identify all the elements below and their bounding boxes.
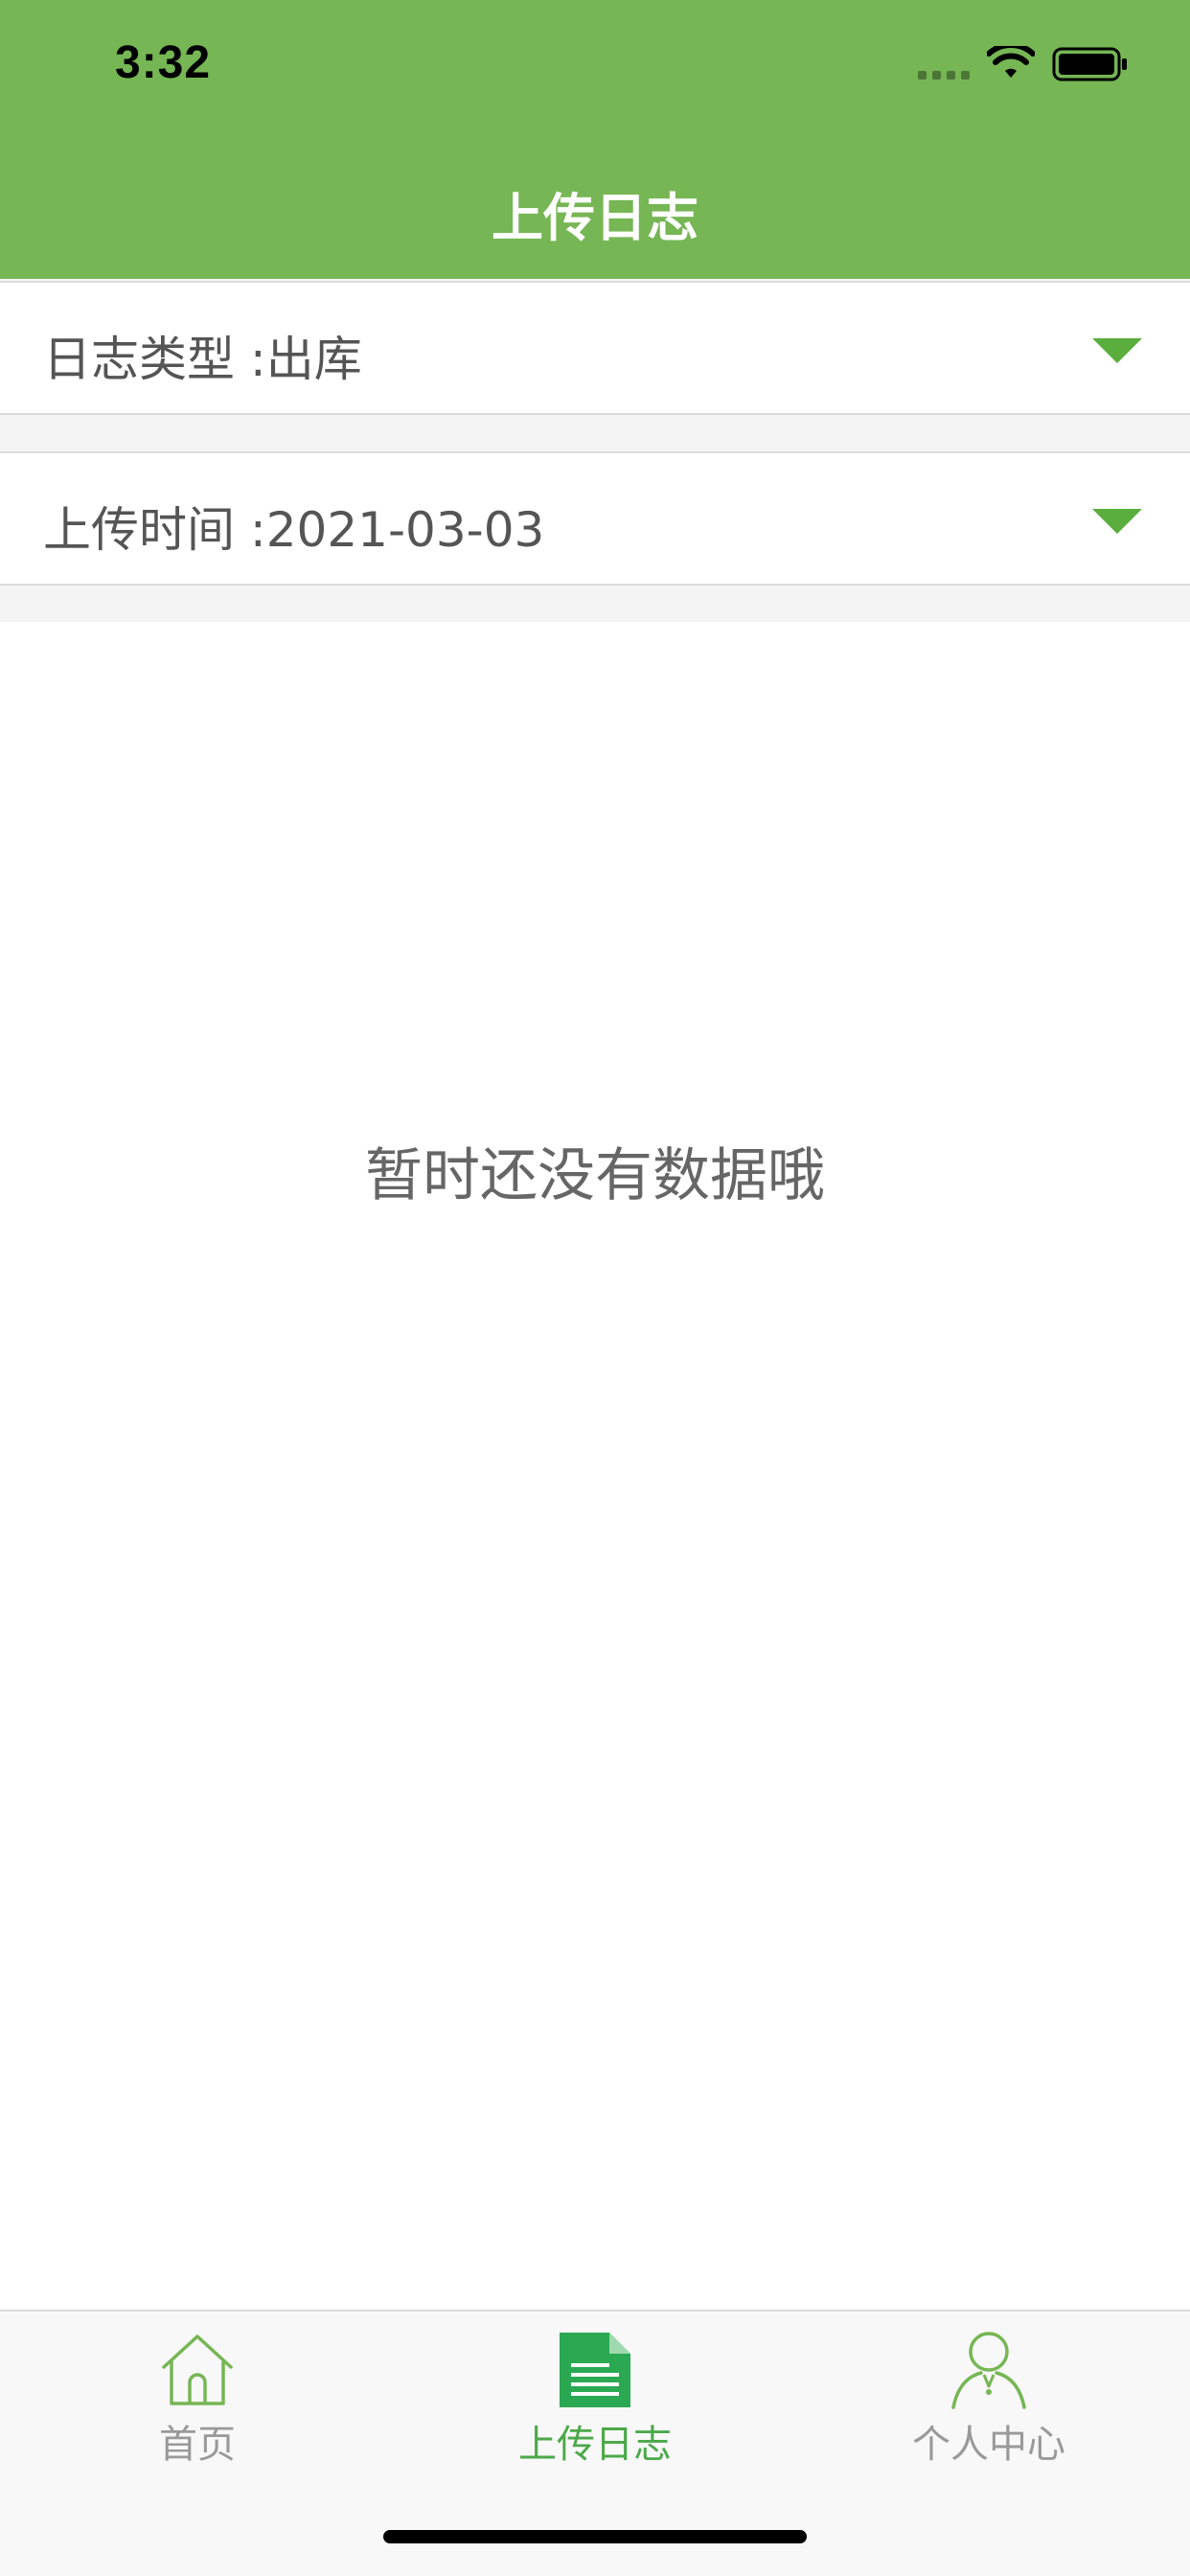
chevron-down-icon[interactable] (1090, 506, 1144, 537)
log-type-text: 日志类型 :出库 (43, 321, 362, 390)
tab-upload-log-label: 上传日志 (518, 2423, 672, 2467)
wifi-icon (987, 46, 1035, 78)
signal-icon (918, 71, 970, 80)
upload-time-filter[interactable]: 上传时间 :2021-03-03 (0, 451, 1190, 586)
status-time: 3:32 (115, 37, 212, 88)
home-icon (162, 2334, 233, 2405)
user-icon (951, 2332, 1026, 2409)
tab-home[interactable]: 首页 (54, 2329, 341, 2472)
battery-icon (1052, 47, 1127, 81)
empty-state-message: 暂时还没有数据哦 (365, 1142, 825, 1209)
upload-time-value: 2021-03-03 (265, 502, 545, 558)
app-header: 3:32 上传日志 (0, 0, 1190, 279)
chevron-down-icon[interactable] (1090, 335, 1144, 366)
log-type-filter[interactable]: 日志类型 :出库 (0, 281, 1190, 415)
tab-upload-log[interactable]: 上传日志 (451, 2329, 739, 2472)
tab-personal-center[interactable]: 个人中心 (845, 2329, 1133, 2472)
home-indicator[interactable] (383, 2530, 807, 2543)
upload-time-label: 上传时间 : (43, 502, 266, 558)
tab-home-label: 首页 (159, 2423, 236, 2467)
upload-time-text: 上传时间 :2021-03-03 (43, 492, 544, 561)
document-icon (560, 2333, 630, 2407)
log-type-value: 出库 (265, 332, 362, 387)
filter-section: 日志类型 :出库 上传时间 :2021-03-03 (0, 279, 1190, 622)
log-type-label: 日志类型 : (43, 332, 266, 387)
tab-personal-center-label: 个人中心 (912, 2423, 1065, 2467)
page-title: 上传日志 (492, 188, 698, 248)
